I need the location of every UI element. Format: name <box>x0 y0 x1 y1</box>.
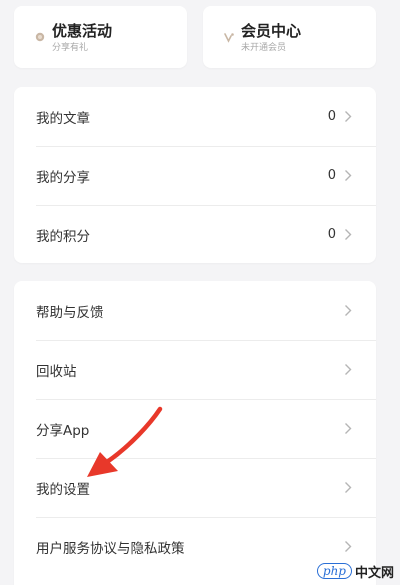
chevron-right-icon <box>344 110 354 124</box>
chevron-right-icon <box>344 169 354 183</box>
top-cards: 优惠活动 分享有礼 会员中心 未开通会员 <box>14 6 376 68</box>
membership-card[interactable]: 会员中心 未开通会员 <box>203 6 376 68</box>
row-count: 0 <box>327 168 336 183</box>
chevron-right-icon <box>344 304 354 318</box>
menu-panel: 帮助与反馈 回收站 分享App 我的设置 用户服务协议与隐私政策 <box>14 281 376 585</box>
promotions-subtitle: 分享有礼 <box>52 42 89 53</box>
watermark-text: 中文网 <box>354 565 394 581</box>
row-label: 我的文章 <box>36 110 90 127</box>
my-articles-row[interactable]: 我的文章 0 <box>14 87 376 146</box>
chevron-right-icon <box>344 422 354 436</box>
row-label: 我的分享 <box>36 169 90 186</box>
membership-subtitle: 未开通会员 <box>241 42 287 53</box>
coin-icon <box>34 31 46 43</box>
row-count: 0 <box>327 227 336 242</box>
my-shares-row[interactable]: 我的分享 0 <box>14 146 376 205</box>
row-label: 我的设置 <box>36 481 90 498</box>
row-label: 帮助与反馈 <box>36 304 104 321</box>
stats-panel: 我的文章 0 我的分享 0 我的积分 0 <box>14 87 376 263</box>
share-app-row[interactable]: 分享App <box>14 399 376 458</box>
watermark: php 中文网 <box>316 561 394 581</box>
chevron-right-icon <box>344 363 354 377</box>
row-label: 分享App <box>36 422 90 439</box>
promotions-card[interactable]: 优惠活动 分享有礼 <box>14 6 187 68</box>
row-label: 回收站 <box>36 363 77 380</box>
help-feedback-row[interactable]: 帮助与反馈 <box>14 281 376 340</box>
chevron-right-icon <box>344 228 354 242</box>
row-count: 0 <box>327 109 336 124</box>
my-points-row[interactable]: 我的积分 0 <box>14 205 376 264</box>
vip-icon <box>223 31 235 43</box>
recycle-bin-row[interactable]: 回收站 <box>14 340 376 399</box>
row-label: 用户服务协议与隐私政策 <box>36 540 185 557</box>
membership-title: 会员中心 <box>241 21 302 40</box>
chevron-right-icon <box>344 481 354 495</box>
row-label: 我的积分 <box>36 228 90 245</box>
chevron-right-icon <box>344 540 354 554</box>
my-settings-row[interactable]: 我的设置 <box>14 458 376 517</box>
watermark-logo: php <box>316 563 352 579</box>
promotions-title: 优惠活动 <box>52 21 113 40</box>
